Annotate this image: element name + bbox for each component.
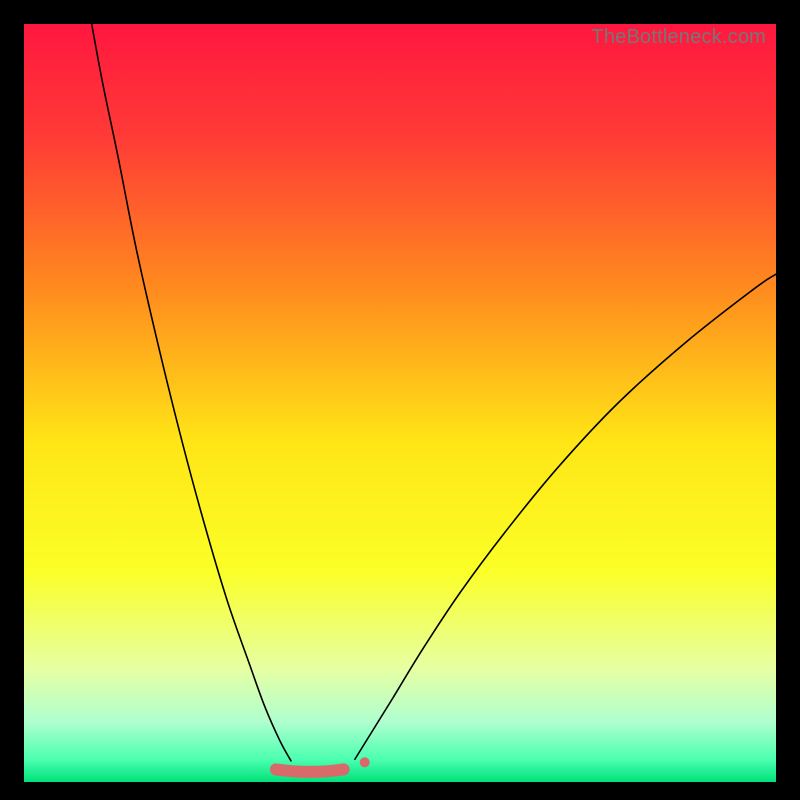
flat-bottom-band [276,769,344,772]
gradient-background [24,24,776,782]
flat-band-dot [360,757,370,767]
chart-frame: TheBottleneck.com [24,24,776,782]
bottleneck-chart [24,24,776,782]
watermark-text: TheBottleneck.com [591,26,766,49]
